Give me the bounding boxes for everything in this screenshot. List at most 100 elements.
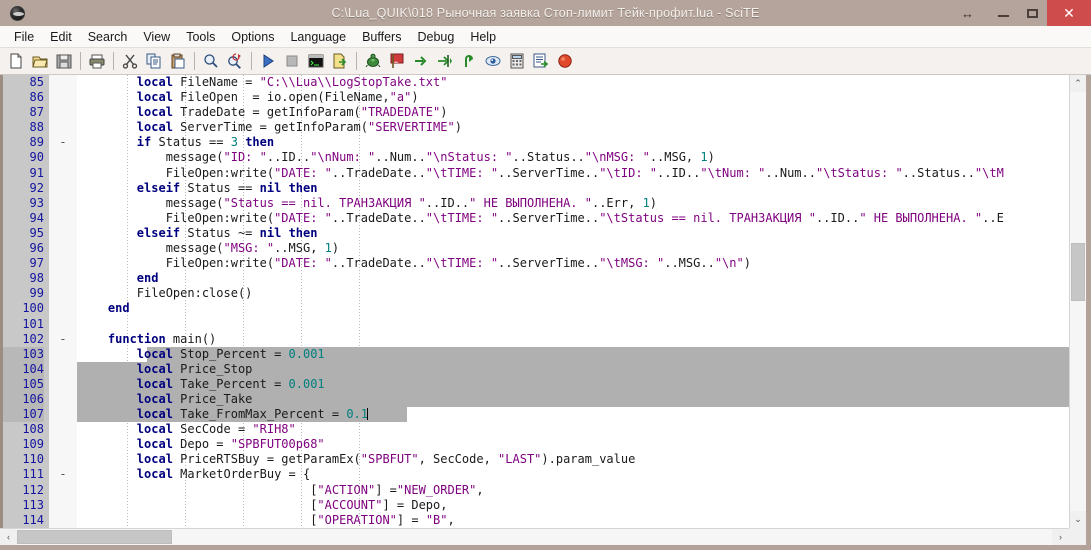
code-line[interactable]: FileOpen:close() [77, 286, 1069, 301]
print-icon[interactable] [85, 50, 109, 73]
list-export-icon[interactable] [529, 50, 553, 73]
menu-edit[interactable]: Edit [42, 28, 80, 46]
line-number: 101 [22, 316, 44, 331]
code-line[interactable]: end [77, 301, 1069, 316]
restore-size-icon[interactable]: ↔ [945, 0, 989, 26]
minimize-button[interactable] [989, 0, 1018, 26]
code-line[interactable]: local SecCode = "RIH8" [77, 422, 1069, 437]
code-line[interactable]: local Depo = "SPBFUT00p68" [77, 437, 1069, 452]
open-folder-icon[interactable] [28, 50, 52, 73]
hscroll-thumb[interactable] [17, 530, 173, 544]
fold-blank [49, 211, 77, 226]
line-number: 92 [29, 180, 44, 195]
line-number: 113 [22, 497, 44, 512]
scroll-left-icon[interactable]: ‹ [0, 529, 17, 545]
find-magnifier-icon[interactable] [199, 50, 223, 73]
menu-search[interactable]: Search [80, 28, 136, 46]
menu-buffers[interactable]: Buffers [354, 28, 409, 46]
code-line[interactable] [77, 317, 1069, 332]
code-line[interactable]: function main() [77, 332, 1069, 347]
fold-toggle[interactable]: - [49, 135, 77, 150]
code-line[interactable]: if Status == 3 then [77, 135, 1069, 150]
code-line[interactable]: message("MSG: "..MSG, 1) [77, 241, 1069, 256]
line-number: 86 [29, 90, 44, 105]
vscroll-thumb[interactable] [1071, 242, 1085, 302]
menu-language[interactable]: Language [282, 28, 354, 46]
lua-turtle-icon[interactable] [361, 50, 385, 73]
code-line[interactable]: local Price_Take [77, 391, 1069, 408]
code-line[interactable]: local PriceRTSBuy = getParamEx("SPBFUT",… [77, 452, 1069, 467]
hscroll-track[interactable] [17, 529, 1052, 545]
code-line[interactable]: FileOpen:write("DATE: "..TradeDate.."\tT… [77, 166, 1069, 181]
code-line[interactable]: local FileName = "C:\\Lua\\LogStopTake.t… [77, 75, 1069, 90]
run-play-icon[interactable] [256, 50, 280, 73]
code-view[interactable]: 85 86 87 88 89 90 91 92 93 94 95 96 97 98 99 100 101 102 1… [3, 75, 1069, 528]
code-line[interactable]: FileOpen:write("DATE: "..TradeDate.."\tT… [77, 211, 1069, 226]
code-line[interactable]: local Stop_Percent = 0.001 [77, 346, 1069, 362]
console-window-icon[interactable] [304, 50, 328, 73]
vscroll-track[interactable] [1070, 92, 1086, 511]
scroll-up-icon[interactable]: ⌃ [1070, 75, 1086, 92]
fold-margin[interactable]: - - - [49, 75, 77, 528]
code-line[interactable]: end [77, 271, 1069, 286]
code-line[interactable]: ["ACTION"] ="NEW_ORDER", [77, 483, 1069, 498]
step-out-icon[interactable] [457, 50, 481, 73]
close-icon: ✕ [1063, 4, 1075, 21]
line-number: 93 [29, 195, 44, 210]
fold-blank [49, 498, 77, 513]
menu-view[interactable]: View [135, 28, 178, 46]
code-line[interactable]: local Price_Stop [77, 361, 1069, 377]
menu-help[interactable]: Help [462, 28, 504, 46]
code-text[interactable]: local FileName = "C:\\Lua\\LogStopTake.t… [77, 75, 1069, 528]
paste-clipboard-icon[interactable] [166, 50, 190, 73]
line-number: 85 [29, 75, 44, 89]
code-line[interactable]: elseif Status ~= nil then [77, 226, 1069, 241]
code-line[interactable]: ["ACCOUNT"] = Depo, [77, 498, 1069, 513]
calculator-icon[interactable] [505, 50, 529, 73]
watch-eye-icon[interactable] [481, 50, 505, 73]
fold-blank [49, 392, 77, 407]
menu-file[interactable]: File [6, 28, 42, 46]
replace-magnifier-icon[interactable] [223, 50, 247, 73]
code-line[interactable]: FileOpen:write("DATE: "..TradeDate.."\tT… [77, 256, 1069, 271]
code-line[interactable]: local Take_FromMax_Percent = 0.1 [77, 407, 1069, 423]
scroll-corner [1069, 528, 1086, 545]
fold-blank [49, 422, 77, 437]
horizontal-scrollbar[interactable]: ‹ › [0, 528, 1069, 545]
fold-blank [49, 407, 77, 422]
export-page-icon[interactable] [328, 50, 352, 73]
stop-square-icon[interactable] [280, 50, 304, 73]
save-disk-icon[interactable] [52, 50, 76, 73]
code-line[interactable]: ["OPERATION"] = "B", [77, 513, 1069, 528]
code-line[interactable]: message("ID: "..ID.."\nNum: "..Num.."\nS… [77, 150, 1069, 165]
maximize-button[interactable] [1018, 0, 1047, 26]
menu-debug[interactable]: Debug [409, 28, 462, 46]
code-line[interactable]: local FileOpen = io.open(FileName,"a") [77, 90, 1069, 105]
code-line[interactable]: local Take_Percent = 0.001 [77, 376, 1069, 392]
editor-area: 85 86 87 88 89 90 91 92 93 94 95 96 97 98 99 100 101 102 1… [0, 75, 1091, 528]
fold-toggle[interactable]: - [49, 467, 77, 482]
new-file-icon[interactable] [4, 50, 28, 73]
code-line[interactable]: local MarketOrderBuy = { [77, 467, 1069, 482]
close-button[interactable]: ✕ [1047, 0, 1091, 26]
code-line[interactable]: local ServerTime = getInfoParam("SERVERT… [77, 120, 1069, 135]
fold-toggle[interactable]: - [49, 332, 77, 347]
line-number: 108 [22, 422, 44, 437]
vertical-scrollbar[interactable]: ⌃ ⌄ [1069, 75, 1086, 528]
scroll-right-icon[interactable]: › [1052, 529, 1069, 545]
step-into-icon[interactable] [433, 50, 457, 73]
code-line[interactable]: message("Status == nil. ТРАНЗАКЦИЯ "..ID… [77, 196, 1069, 211]
arrow-right-icon[interactable] [409, 50, 433, 73]
flag-icon[interactable] [385, 50, 409, 73]
code-line[interactable]: local TradeDate = getInfoParam("TRADEDAT… [77, 105, 1069, 120]
scroll-down-icon[interactable]: ⌄ [1070, 511, 1086, 528]
copy-icon[interactable] [142, 50, 166, 73]
menu-tools[interactable]: Tools [178, 28, 223, 46]
line-number: 95 [29, 225, 44, 240]
line-number: 103 [3, 346, 44, 362]
cut-scissors-icon[interactable] [118, 50, 142, 73]
line-number: 104 [3, 361, 44, 377]
code-line[interactable]: elseif Status == nil then [77, 181, 1069, 196]
menu-options[interactable]: Options [223, 28, 282, 46]
stop-record-icon[interactable] [553, 50, 577, 73]
